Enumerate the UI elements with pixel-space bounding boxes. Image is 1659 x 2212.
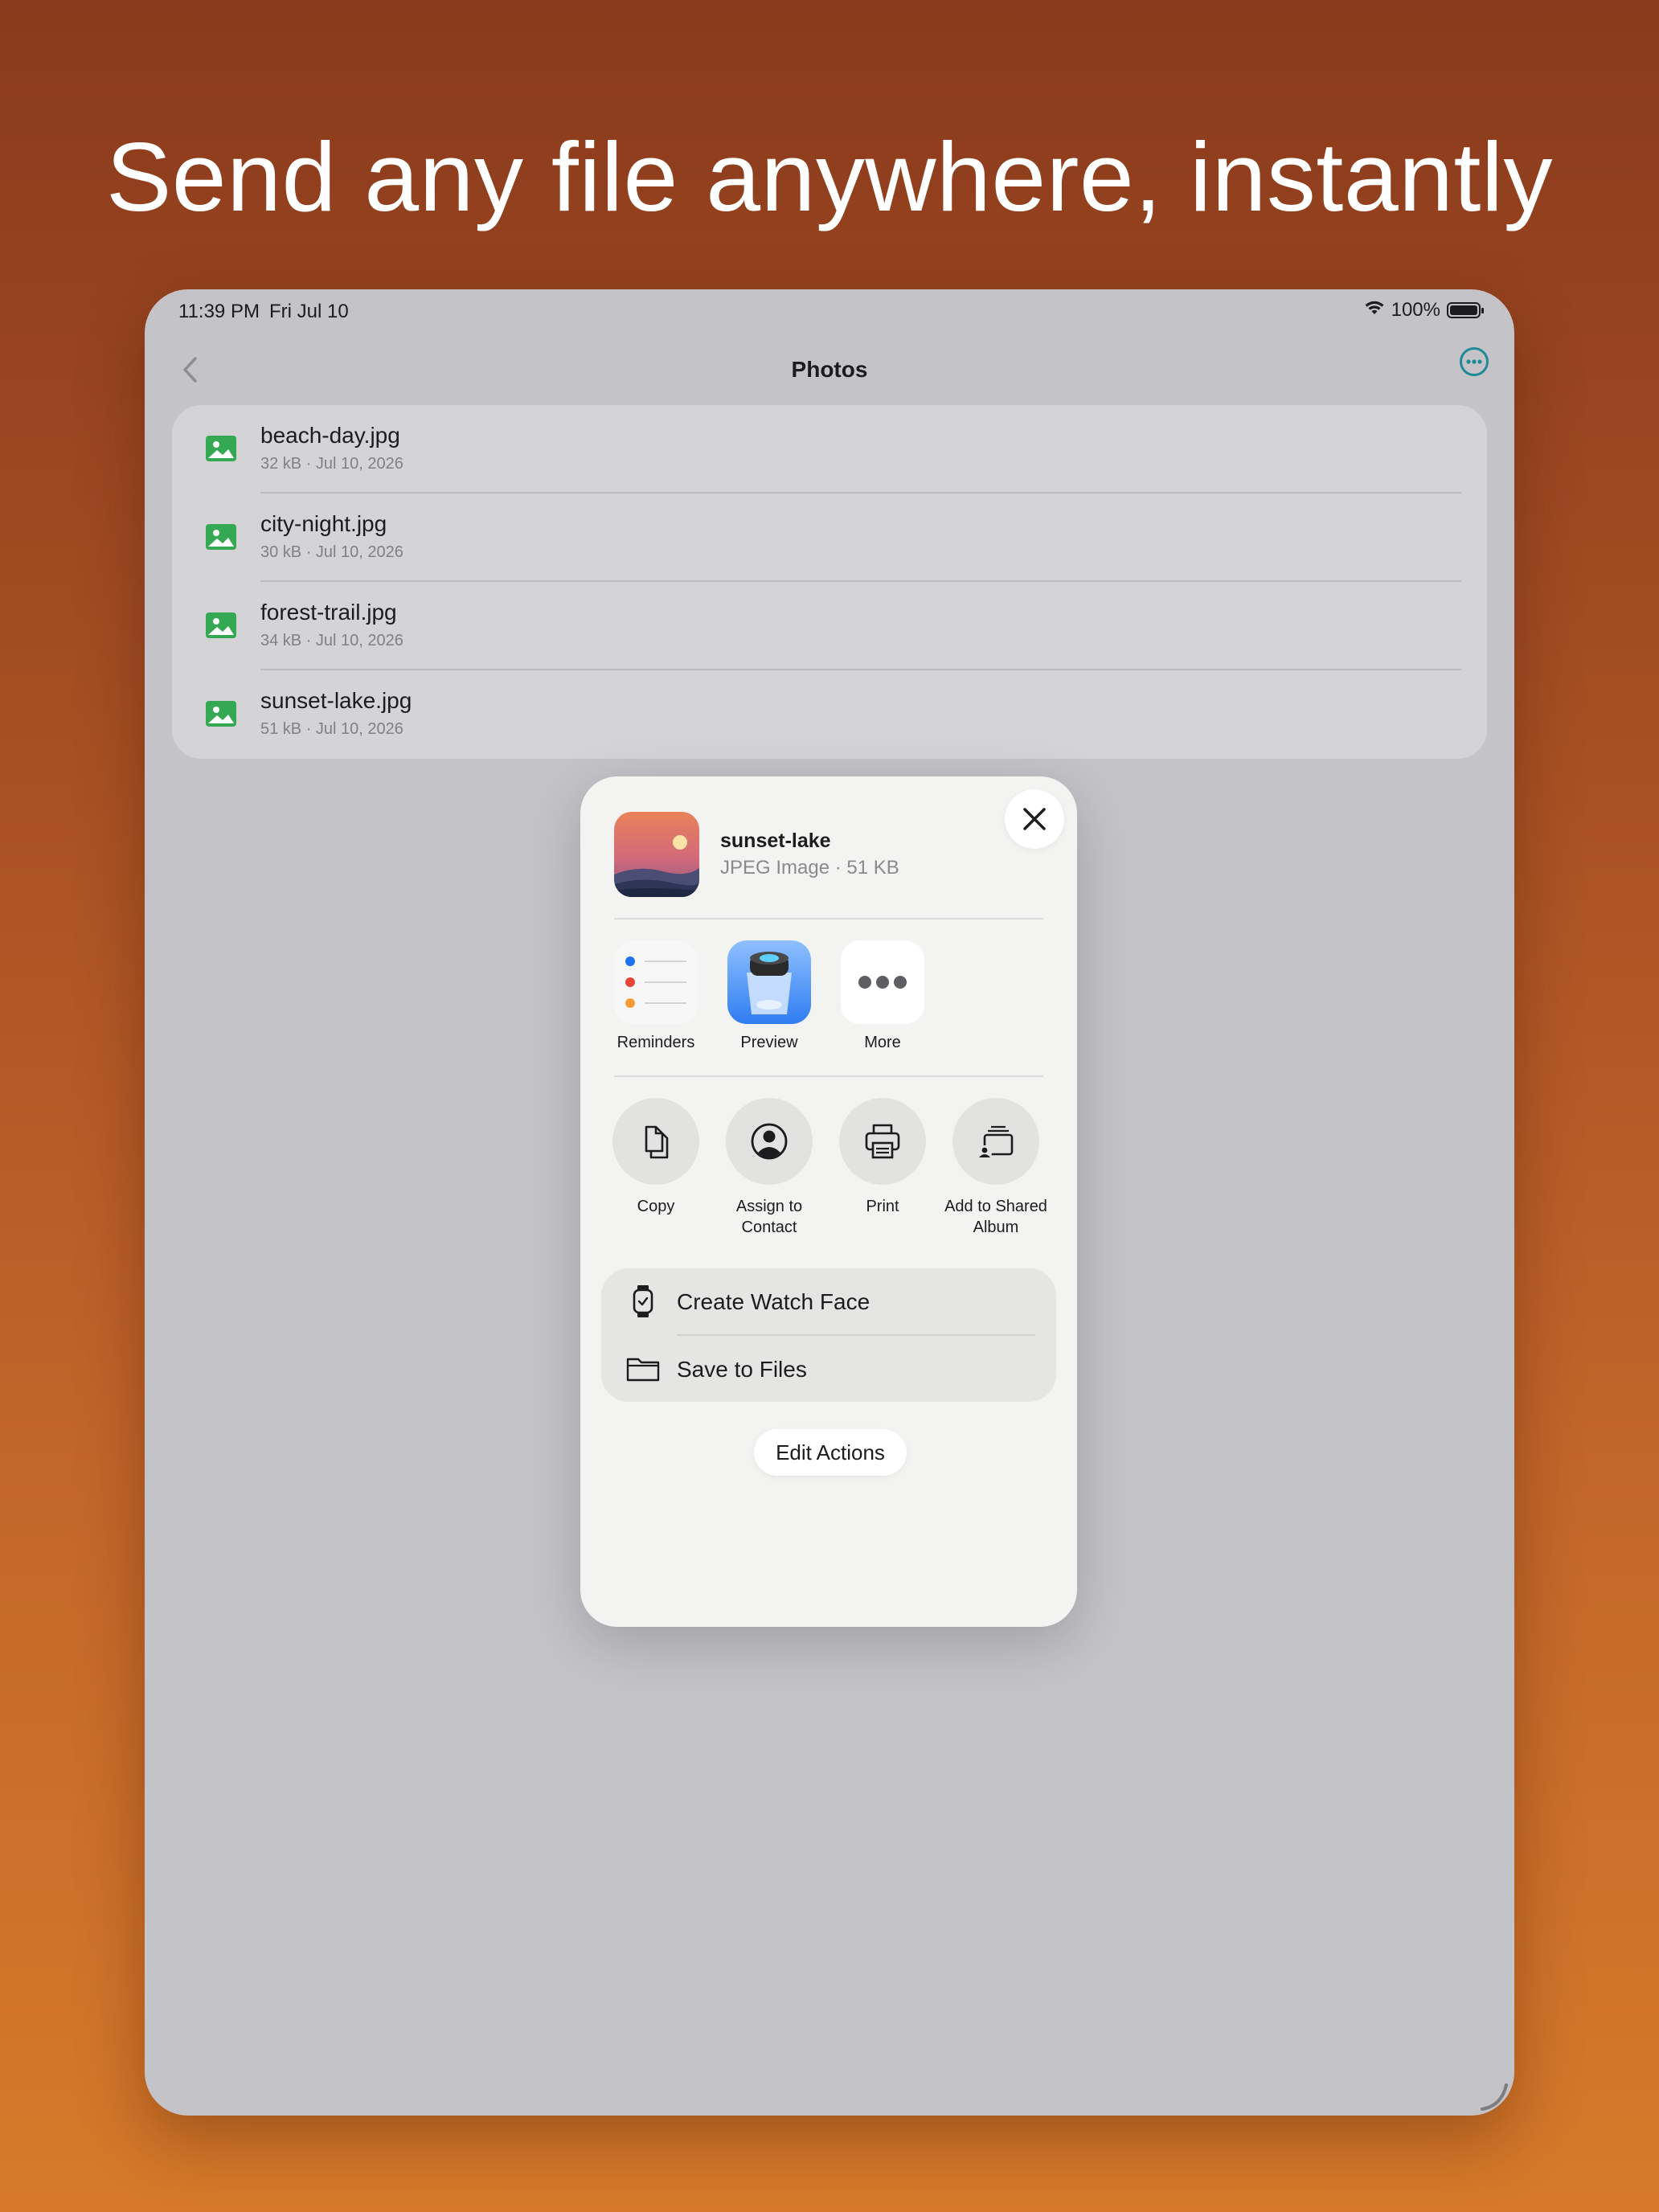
- image-file-icon: [206, 524, 236, 550]
- sheet-divider: [614, 1075, 1043, 1077]
- file-name: beach-day.jpg: [260, 423, 400, 448]
- app-preview[interactable]: Preview: [727, 940, 811, 1052]
- resize-handle-icon[interactable]: [1477, 2079, 1513, 2114]
- sheet-divider: [614, 918, 1043, 920]
- action-copy[interactable]: Copy: [600, 1098, 712, 1217]
- share-sheet: sunset-lake JPEG Image · 51 KB Reminders: [580, 776, 1077, 1627]
- image-file-icon: [206, 701, 236, 727]
- watch-icon: [625, 1284, 661, 1318]
- file-name: sunset-lake.jpg: [260, 688, 412, 713]
- list-item-label: Save to Files: [677, 1357, 807, 1382]
- image-file-icon: [206, 436, 236, 461]
- action-label: Assign to Contact: [735, 1198, 803, 1236]
- file-row[interactable]: beach-day.jpg 32 kB · Jul 10, 2026: [172, 405, 1487, 494]
- app-label: Preview: [740, 1034, 798, 1051]
- reminders-icon: [614, 940, 698, 1024]
- list-item-create-watch-face[interactable]: Create Watch Face: [601, 1268, 1056, 1336]
- action-label: Add to Shared Album: [944, 1198, 1047, 1236]
- app-label: More: [864, 1034, 901, 1051]
- app-label: Reminders: [616, 1034, 695, 1051]
- contact-icon: [751, 1123, 788, 1160]
- status-time: 11:39 PM: [178, 301, 260, 322]
- battery-percent: 100%: [1391, 299, 1440, 321]
- folder-icon: [625, 1352, 661, 1386]
- file-meta: 30 kB · Jul 10, 2026: [260, 543, 403, 561]
- navigation-bar: Photos: [145, 338, 1514, 402]
- copy-icon: [645, 1125, 669, 1159]
- status-date: Fri Jul 10: [269, 301, 349, 322]
- more-options-icon[interactable]: [1458, 346, 1490, 378]
- file-name: city-night.jpg: [260, 511, 387, 536]
- action-assign-to-contact[interactable]: Assign to Contact: [713, 1098, 825, 1238]
- action-label: Copy: [637, 1198, 675, 1215]
- file-meta: 32 kB · Jul 10, 2026: [260, 455, 403, 473]
- file-meta: 34 kB · Jul 10, 2026: [260, 632, 403, 649]
- page-title: Photos: [791, 357, 868, 382]
- shared-file-title: sunset-lake: [720, 830, 831, 852]
- list-item-save-to-files[interactable]: Save to Files: [601, 1336, 1056, 1402]
- status-bar: 11:39 PM Fri Jul 10 100%: [145, 289, 1514, 338]
- image-file-icon: [206, 612, 236, 638]
- file-list: beach-day.jpg 32 kB · Jul 10, 2026 city-…: [172, 405, 1487, 759]
- app-reminders[interactable]: Reminders: [614, 940, 698, 1052]
- battery-icon: [1447, 302, 1484, 318]
- close-button[interactable]: [1005, 789, 1064, 849]
- file-row[interactable]: sunset-lake.jpg 51 kB · Jul 10, 2026: [172, 670, 1487, 759]
- file-thumbnail: [614, 812, 699, 897]
- tablet-screen: 11:39 PM Fri Jul 10 100% Photos beach-da…: [145, 289, 1514, 2116]
- action-label: Print: [866, 1198, 899, 1215]
- shared-file-subtitle: JPEG Image · 51 KB: [720, 857, 899, 879]
- status-indicators: 100%: [1364, 299, 1484, 322]
- close-icon: [1023, 808, 1046, 830]
- wifi-icon: [1364, 299, 1385, 322]
- action-print[interactable]: Print: [826, 1098, 939, 1217]
- file-row[interactable]: city-night.jpg 30 kB · Jul 10, 2026: [172, 494, 1487, 582]
- app-more[interactable]: More: [841, 940, 924, 1052]
- file-name: forest-trail.jpg: [260, 600, 397, 625]
- action-add-to-shared-album[interactable]: Add to Shared Album: [940, 1098, 1052, 1238]
- list-item-label: Create Watch Face: [677, 1289, 870, 1314]
- marketing-headline: Send any file anywhere, instantly: [105, 122, 1554, 231]
- print-icon: [865, 1124, 900, 1159]
- file-meta: 51 kB · Jul 10, 2026: [260, 720, 403, 738]
- file-row[interactable]: forest-trail.jpg 34 kB · Jul 10, 2026: [172, 582, 1487, 670]
- share-actions-list: Create Watch Face Save to Files: [601, 1268, 1056, 1402]
- shared-album-icon: [977, 1125, 1014, 1160]
- edit-actions-button[interactable]: Edit Actions: [754, 1429, 907, 1476]
- preview-icon: [727, 940, 811, 1024]
- more-icon: [841, 940, 924, 1024]
